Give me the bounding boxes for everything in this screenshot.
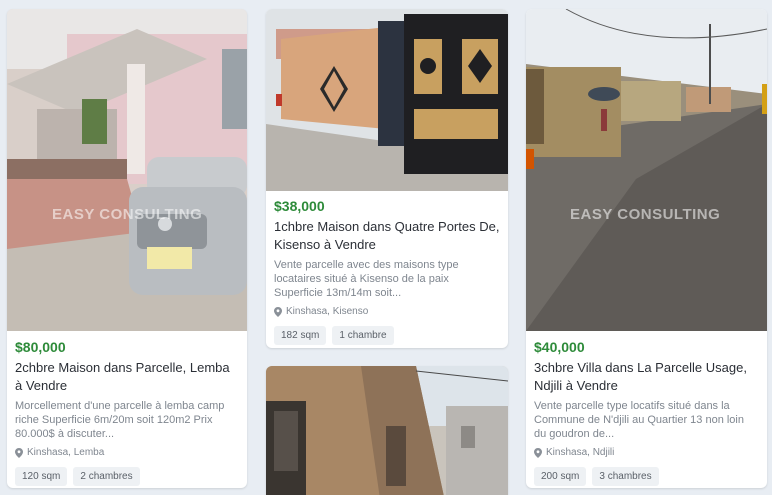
location-pin-icon xyxy=(15,447,23,458)
area-badge: 182 sqm xyxy=(274,326,327,345)
listing-card[interactable]: $38,000 1chbre Maison dans Quatre Portes… xyxy=(266,9,508,348)
listing-photo[interactable] xyxy=(266,9,508,191)
area-badge: 120 sqm xyxy=(15,467,68,486)
location-pin-icon xyxy=(534,447,542,458)
listing-photo[interactable]: EASY CONSULTING xyxy=(526,9,767,331)
listing-title[interactable]: 3chbre Villa dans La Parcelle Usage, Ndj… xyxy=(534,359,759,395)
listing-price: $40,000 xyxy=(534,339,585,355)
listing-title[interactable]: 2chbre Maison dans Parcelle, Lemba à Ven… xyxy=(15,359,239,395)
listing-price: $80,000 xyxy=(15,339,66,355)
listing-location: Kinshasa, Lemba xyxy=(15,446,239,459)
rooms-badge: 1 chambre xyxy=(332,326,394,345)
location-pin-icon xyxy=(274,306,282,317)
listing-title[interactable]: 1chbre Maison dans Quatre Portes De, Kis… xyxy=(274,218,500,254)
location-text: Kinshasa, Ndjili xyxy=(546,447,615,458)
watermark: EASY CONSULTING xyxy=(52,206,203,223)
listing-description: Vente parcelle type locatifs situé dans … xyxy=(534,400,744,440)
listing-location: Kinshasa, Kisenso xyxy=(274,305,500,318)
location-text: Kinshasa, Kisenso xyxy=(286,306,369,317)
listing-card[interactable]: EASY CONSULTING $40,000 3chbre Villa dan… xyxy=(526,9,767,488)
listing-price: $38,000 xyxy=(274,198,325,214)
listing-description: Morcellement d'une parcelle à lemba camp… xyxy=(15,400,225,440)
watermark: EASY CONSULTING xyxy=(570,206,721,223)
listing-photo[interactable] xyxy=(266,366,508,495)
listing-photo[interactable]: EASY CONSULTING xyxy=(7,9,247,331)
rooms-badge: 2 chambres xyxy=(73,467,140,486)
listing-card[interactable] xyxy=(266,366,508,495)
rooms-badge: 3 chambres xyxy=(592,467,659,486)
listing-card[interactable]: EASY CONSULTING $80,000 2chbre Maison da… xyxy=(7,9,247,488)
listing-description: Vente parcelle avec des maisons type loc… xyxy=(274,259,459,299)
listing-location: Kinshasa, Ndjili xyxy=(534,446,759,459)
area-badge: 200 sqm xyxy=(534,467,587,486)
location-text: Kinshasa, Lemba xyxy=(27,447,105,458)
